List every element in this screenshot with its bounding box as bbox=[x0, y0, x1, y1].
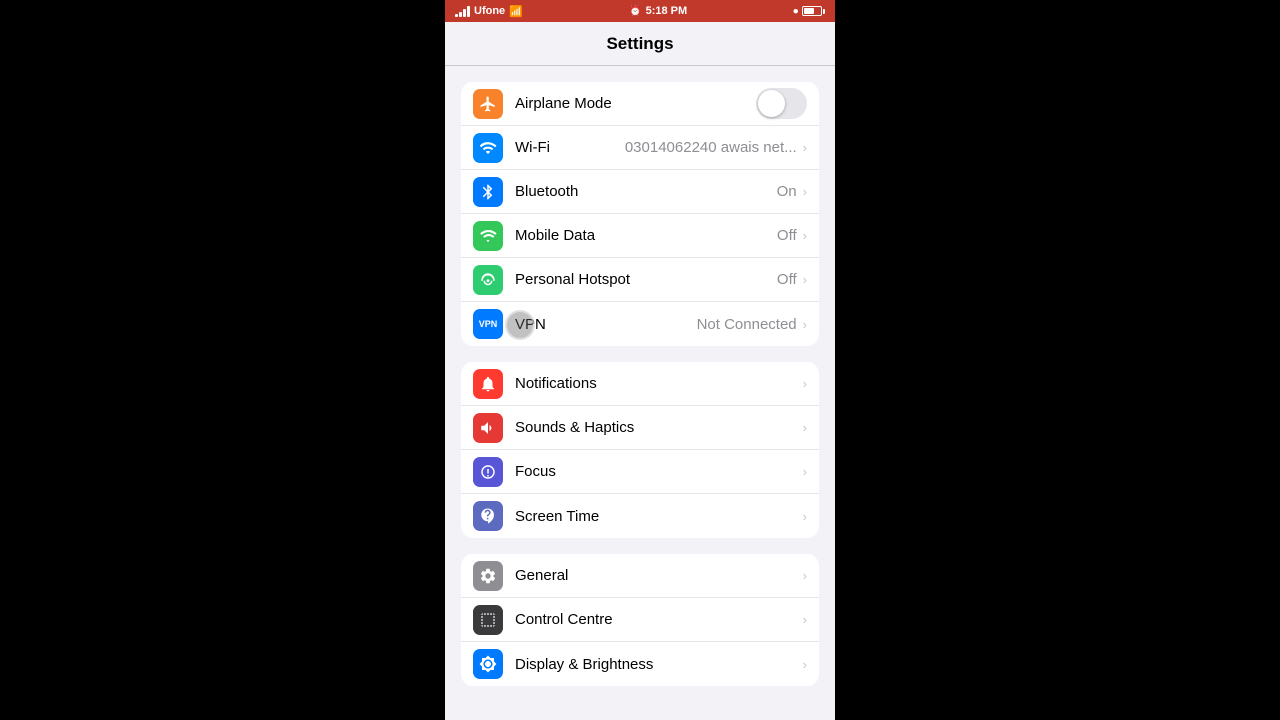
screen-time-icon-wrap bbox=[473, 501, 503, 531]
vpn-icon-wrap: VPN bbox=[473, 309, 503, 339]
battery-icon bbox=[802, 6, 825, 16]
nav-bar: Settings bbox=[445, 22, 835, 66]
focus-chevron-icon: › bbox=[803, 464, 807, 479]
control-centre-label: Control Centre bbox=[515, 611, 803, 628]
vpn-chevron-icon: › bbox=[803, 317, 807, 332]
signal-bars-icon bbox=[455, 5, 470, 17]
time-label: 5:18 PM bbox=[646, 5, 688, 17]
airplane-mode-toggle[interactable] bbox=[756, 88, 807, 119]
sounds-haptics-row[interactable]: Sounds & Haptics › bbox=[461, 406, 819, 450]
hotspot-icon bbox=[479, 271, 497, 289]
bluetooth-value: On bbox=[777, 183, 797, 200]
status-left: Ufone 📶 bbox=[455, 5, 523, 18]
notifications-chevron-icon: › bbox=[803, 376, 807, 391]
general-icon bbox=[479, 567, 497, 585]
hotspot-value: Off bbox=[777, 271, 797, 288]
sounds-icon-wrap bbox=[473, 413, 503, 443]
airplane-icon bbox=[479, 95, 497, 113]
airplane-mode-label: Airplane Mode bbox=[515, 95, 756, 112]
screen-time-row[interactable]: Screen Time › bbox=[461, 494, 819, 538]
general-icon-wrap bbox=[473, 561, 503, 591]
hotspot-label: Personal Hotspot bbox=[515, 271, 777, 288]
status-center: ⏰ 5:18 PM bbox=[629, 5, 687, 17]
display-brightness-label: Display & Brightness bbox=[515, 656, 803, 673]
status-bar: Ufone 📶 ⏰ 5:18 PM ⏺ bbox=[445, 0, 835, 22]
personal-hotspot-row[interactable]: Personal Hotspot Off › bbox=[461, 258, 819, 302]
mobile-data-label: Mobile Data bbox=[515, 227, 777, 244]
scroll-content: Airplane Mode Wi-Fi 03014062240 awais ne… bbox=[445, 66, 835, 720]
display-brightness-row[interactable]: Display & Brightness › bbox=[461, 642, 819, 686]
general-chevron-icon: › bbox=[803, 568, 807, 583]
display-brightness-chevron-icon: › bbox=[803, 657, 807, 672]
focus-row[interactable]: Focus › bbox=[461, 450, 819, 494]
airplane-mode-row[interactable]: Airplane Mode bbox=[461, 82, 819, 126]
vpn-row[interactable]: VPN VPN Not Connected › bbox=[461, 302, 819, 346]
focus-icon-wrap bbox=[473, 457, 503, 487]
wifi-icon: 📶 bbox=[509, 5, 523, 18]
phone-container: Ufone 📶 ⏰ 5:18 PM ⏺ Settings bbox=[445, 0, 835, 720]
vpn-label: VPN bbox=[515, 316, 697, 333]
record-icon: ⏺ bbox=[793, 6, 798, 17]
wifi-value: 03014062240 awais net... bbox=[625, 139, 797, 156]
general-group: General › Control Centre › bbox=[461, 554, 819, 686]
control-centre-chevron-icon: › bbox=[803, 612, 807, 627]
airplane-mode-icon-wrap bbox=[473, 89, 503, 119]
vpn-value: Not Connected bbox=[697, 316, 797, 333]
control-centre-icon bbox=[479, 611, 497, 629]
bluetooth-icon bbox=[479, 183, 497, 201]
bluetooth-chevron-icon: › bbox=[803, 184, 807, 199]
connectivity-group: Airplane Mode Wi-Fi 03014062240 awais ne… bbox=[461, 82, 819, 346]
display-icon-wrap bbox=[473, 649, 503, 679]
wifi-row[interactable]: Wi-Fi 03014062240 awais net... › bbox=[461, 126, 819, 170]
general-label: General bbox=[515, 567, 803, 584]
hotspot-chevron-icon: › bbox=[803, 272, 807, 287]
screen-time-chevron-icon: › bbox=[803, 509, 807, 524]
bluetooth-icon-wrap bbox=[473, 177, 503, 207]
mobile-data-row[interactable]: Mobile Data Off › bbox=[461, 214, 819, 258]
sounds-haptics-label: Sounds & Haptics bbox=[515, 419, 803, 436]
focus-icon bbox=[479, 463, 497, 481]
sounds-icon bbox=[479, 419, 497, 437]
airplane-mode-toggle-knob bbox=[758, 90, 785, 117]
mobile-data-icon bbox=[479, 227, 497, 245]
display-icon bbox=[479, 655, 497, 673]
notifications-icon bbox=[479, 375, 497, 393]
wifi-icon bbox=[479, 139, 497, 157]
general-row[interactable]: General › bbox=[461, 554, 819, 598]
notifications-label: Notifications bbox=[515, 375, 803, 392]
wifi-chevron-icon: › bbox=[803, 140, 807, 155]
sounds-haptics-chevron-icon: › bbox=[803, 420, 807, 435]
bluetooth-label: Bluetooth bbox=[515, 183, 777, 200]
mobile-data-icon-wrap bbox=[473, 221, 503, 251]
status-right: ⏺ bbox=[793, 6, 825, 17]
notifications-row[interactable]: Notifications › bbox=[461, 362, 819, 406]
bluetooth-row[interactable]: Bluetooth On › bbox=[461, 170, 819, 214]
wifi-icon-wrap bbox=[473, 133, 503, 163]
mobile-data-chevron-icon: › bbox=[803, 228, 807, 243]
control-centre-icon-wrap bbox=[473, 605, 503, 635]
notifications-icon-wrap bbox=[473, 369, 503, 399]
carrier-label: Ufone bbox=[474, 5, 505, 17]
mobile-data-value: Off bbox=[777, 227, 797, 244]
control-centre-row[interactable]: Control Centre › bbox=[461, 598, 819, 642]
hotspot-icon-wrap bbox=[473, 265, 503, 295]
screen-time-icon bbox=[479, 507, 497, 525]
wifi-label: Wi-Fi bbox=[515, 139, 625, 156]
focus-label: Focus bbox=[515, 463, 803, 480]
page-title: Settings bbox=[606, 34, 673, 54]
vpn-badge: VPN bbox=[475, 318, 502, 330]
alarm-icon: ⏰ bbox=[629, 6, 641, 17]
screen-time-label: Screen Time bbox=[515, 508, 803, 525]
notifications-group: Notifications › Sounds & Haptics › bbox=[461, 362, 819, 538]
